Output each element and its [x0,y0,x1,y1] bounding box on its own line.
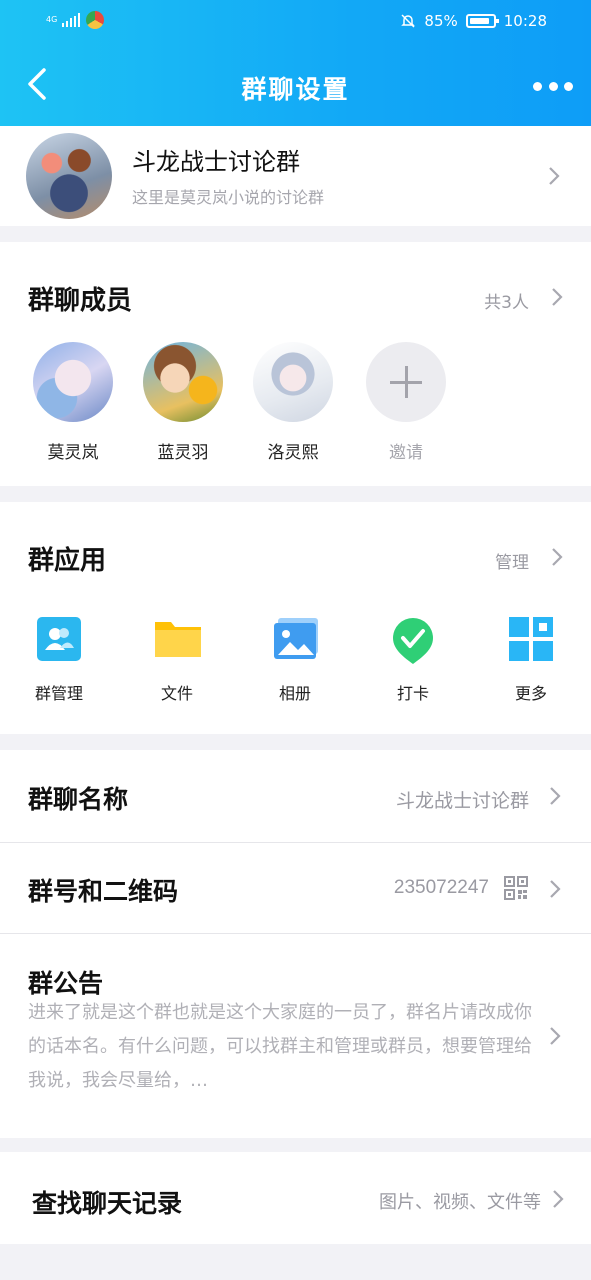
settings-card: 群聊名称 斗龙战士讨论群 群号和二维码 235072247 群公告 进来了就是这… [0,750,591,1138]
app-label: 群管理 [34,684,83,703]
app-label: 文件 [160,684,193,703]
app-album[interactable]: 相册 [250,616,340,704]
app-files[interactable]: 文件 [132,616,222,704]
group-number-value: 235072247 [393,877,489,898]
members-title: 群聊成员 [28,286,133,316]
check-in-icon [390,616,436,664]
invite-button[interactable]: 邀请 [356,342,456,463]
member-item[interactable]: 洛灵熙 [243,342,343,463]
member-count[interactable]: 共3人 [484,288,529,313]
member-item[interactable]: 蓝灵羽 [133,342,233,463]
app-label: 打卡 [396,684,429,703]
mute-bell-icon [401,14,416,28]
folder-icon [154,616,201,662]
header-bar: 4G 85% 10:28 群聊设置 [0,0,591,126]
member-name: 洛灵熙 [267,443,319,463]
clock: 10:28 [503,12,547,30]
app-label: 更多 [514,684,547,703]
qr-code-icon [504,876,528,900]
more-grid-icon [508,616,554,662]
group-name-label: 群聊名称 [28,785,129,814]
invite-label: 邀请 [389,443,423,463]
app-label: 相册 [278,684,311,703]
battery-percent: 85% [424,12,458,30]
apps-manage-link[interactable]: 管理 [495,548,529,573]
group-number-label: 群号和二维码 [28,877,179,906]
group-avatar [26,133,112,219]
member-item[interactable]: 莫灵岚 [23,342,123,463]
app-checkin[interactable]: 打卡 [368,616,458,704]
group-name-value: 斗龙战士讨论群 [395,790,529,812]
add-member-icon [366,342,446,422]
member-name: 莫灵岚 [47,443,99,463]
apps-title: 群应用 [28,546,107,576]
battery-icon [465,14,499,28]
chevron-right-icon [550,880,561,898]
chevron-right-icon [549,167,560,185]
chevron-right-icon [550,787,561,805]
status-bar: 4G 85% 10:28 [0,0,591,46]
announcement-label: 群公告 [28,969,104,998]
more-dots-icon[interactable] [533,74,573,98]
group-manage-icon [36,616,82,662]
avatar [143,342,223,422]
search-history-row[interactable]: 查找聊天记录 图片、视频、文件等 [0,1152,591,1244]
status-right: 85% 10:28 [400,12,547,30]
status-left: 4G [46,11,104,29]
group-name: 斗龙战士讨论群 [132,148,300,176]
chevron-right-icon [553,1190,564,1208]
signal-icon [62,13,80,27]
avatar [253,342,333,422]
search-history-label: 查找聊天记录 [32,1189,183,1218]
app-more[interactable]: 更多 [486,616,576,704]
apps-card: 群应用 管理 群管理 文件 相册 打卡 更多 [0,502,591,734]
avatar [33,342,113,422]
page-title: 群聊设置 [241,75,350,104]
network-type-label: 4G [46,15,58,24]
announcement-row[interactable]: 群公告 进来了就是这个群也就是这个大家庭的一员了，群名片请改成你的话本名。有什么… [0,934,591,1138]
group-description: 这里是莫灵岚小说的讨论群 [132,188,325,207]
app-group-manage[interactable]: 群管理 [14,616,104,704]
chevron-right-icon [550,1027,561,1045]
announcement-text: 进来了就是这个群也就是这个大家庭的一员了，群名片请改成你的话本名。有什么问题，可… [28,1002,532,1091]
app-notification-icon [86,11,104,29]
member-name: 蓝灵羽 [157,443,209,463]
members-card: 群聊成员 共3人 莫灵岚 蓝灵羽 洛灵熙 邀请 [0,242,591,486]
group-number-row[interactable]: 群号和二维码 235072247 [0,843,591,933]
chevron-right-icon[interactable] [551,287,563,307]
album-icon [272,616,318,662]
search-history-hint: 图片、视频、文件等 [379,1192,541,1213]
group-name-row[interactable]: 群聊名称 斗龙战士讨论群 [0,750,591,842]
chevron-right-icon[interactable] [551,547,563,567]
